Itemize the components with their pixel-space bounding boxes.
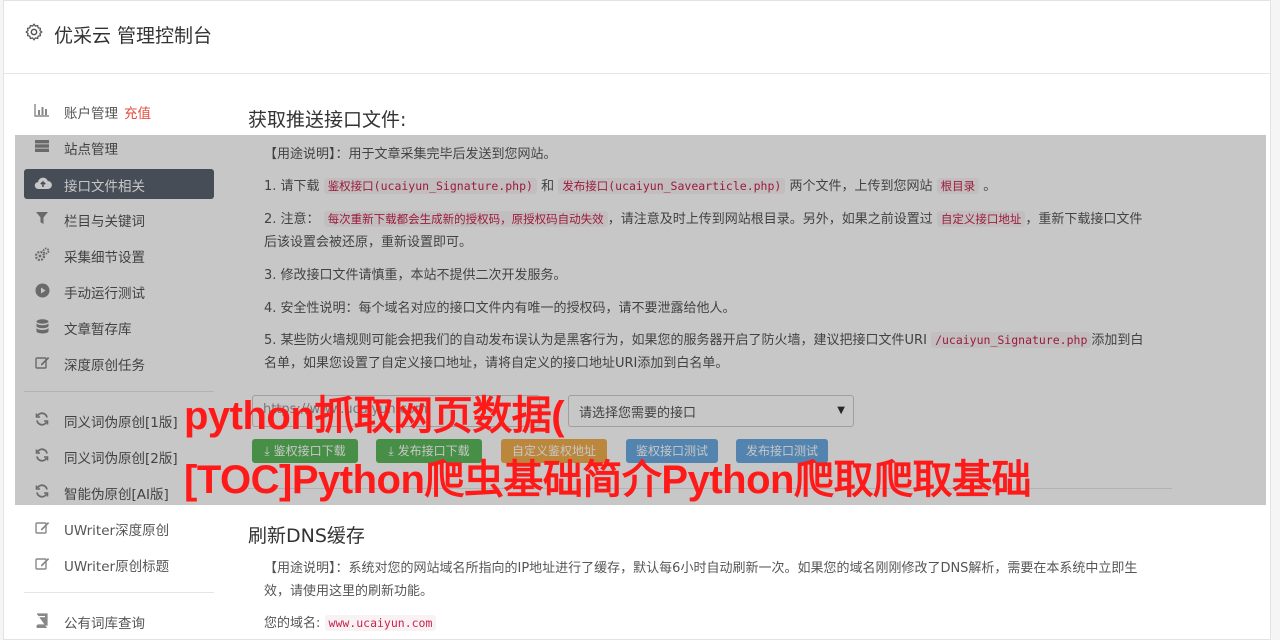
- overlay-headline-line2: [TOC]Python爬虫基础简介Python爬取爬取基础: [184, 458, 1031, 502]
- sidebar-item-label: 接口文件相关: [64, 179, 145, 195]
- sidebar-item-collect-settings[interactable]: 采集细节设置: [24, 240, 214, 270]
- page-title: 优采云 管理控制台: [54, 25, 213, 47]
- console-frame: 优采云 管理控制台 账户管理 充值 站点管理 接口文件相关 栏目与关键词 采集细…: [3, 0, 1271, 640]
- usage-text: 【用途说明】：用于文章采集完毕后发送到您网站。: [264, 147, 557, 162]
- server-icon: [34, 139, 50, 155]
- domain-row: 您的域名: www.ucaiyun.com: [264, 612, 1154, 635]
- sidebar-item-label: 深度原创任务: [64, 358, 145, 374]
- overlay-headline-line1: python抓取网页数据(: [184, 394, 565, 438]
- sidebar-item-columns-keywords[interactable]: 栏目与关键词: [24, 204, 214, 234]
- sidebar-item-label: 栏目与关键词: [64, 214, 145, 230]
- interface-select[interactable]: 请选择您需要的接口 ▼: [568, 395, 854, 427]
- filter-icon: [34, 211, 50, 227]
- instruction-4: 4. 安全性说明：每个域名对应的接口文件内有唯一的授权码，请不要泄露给他人。: [264, 301, 736, 316]
- dns-usage-text: 【用途说明】：系统对您的网站域名所指向的IP地址进行了缓存，默认每6小时自动刷新…: [264, 561, 1138, 599]
- sidebar-item-public-lexicon[interactable]: 公有词库查询: [24, 606, 214, 636]
- sidebar-item-uwriter-deep[interactable]: UWriter深度原创: [24, 513, 214, 543]
- recharge-link[interactable]: 充值: [124, 106, 151, 122]
- instruction-2: 2. 注意： 每次重新下载都会生成新的授权码，原授权码自动失效 ，请注意及时上传到…: [264, 211, 1143, 250]
- sidebar-divider: [24, 592, 214, 593]
- sidebar-item-deep-original[interactable]: 深度原创任务: [24, 348, 214, 378]
- play-circle-icon: [34, 283, 50, 299]
- sidebar-item-label: UWriter深度原创: [64, 523, 170, 539]
- cogs-icon: [34, 247, 50, 263]
- instruction-1: 1. 请下载 鉴权接口(ucaiyun_Signature.php) 和 发布接…: [264, 178, 997, 194]
- select-value: 请选择您需要的接口: [579, 406, 697, 421]
- sidebar-item-label: 公有词库查询: [64, 616, 145, 632]
- chevron-down-icon: ▼: [837, 405, 845, 416]
- sidebar-item-label: 同义词伪原创[2版]: [64, 451, 178, 467]
- sidebar-item-sites[interactable]: 站点管理: [24, 132, 214, 162]
- sidebar-item-uwriter-title[interactable]: UWriter原创标题: [24, 549, 214, 579]
- instruction-5: 5. 某些防火墙规则可能会把我们的自动发布误认为是黑客行为，如果您的服务器开启了…: [264, 332, 1144, 371]
- section-title-interface: 获取推送接口文件:: [248, 109, 407, 131]
- domain-value: www.ucaiyun.com: [324, 615, 437, 631]
- sidebar-item-label: UWriter原创标题: [64, 559, 170, 575]
- book-icon: [34, 613, 50, 629]
- header: 优采云 管理控制台: [4, 1, 1270, 74]
- sidebar-item-label: 采集细节设置: [64, 250, 145, 266]
- instruction-3: 3. 修改接口文件请慎重，本站不提供二次开发服务。: [264, 268, 567, 283]
- refresh-icon: [34, 448, 50, 464]
- sidebar-item-label: 站点管理: [64, 142, 118, 158]
- sidebar-item-label: 智能伪原创[AI版]: [64, 487, 169, 503]
- sidebar-item-label: 账户管理: [64, 106, 118, 122]
- edit-icon: [34, 355, 50, 371]
- domain-label: 您的域名:: [264, 616, 321, 631]
- database-icon: [34, 319, 50, 335]
- cloud-upload-icon: [34, 176, 52, 192]
- refresh-icon: [34, 412, 50, 428]
- bar-chart-icon: [34, 103, 50, 119]
- sidebar-item-article-storage[interactable]: 文章暂存库: [24, 312, 214, 342]
- sidebar-item-label: 手动运行测试: [64, 286, 145, 302]
- gear-icon: [25, 23, 43, 41]
- sidebar-item-label: 文章暂存库: [64, 322, 132, 338]
- sidebar-item-account[interactable]: 账户管理 充值: [24, 96, 214, 126]
- refresh-icon: [34, 484, 50, 500]
- sidebar-item-manual-run[interactable]: 手动运行测试: [24, 276, 214, 306]
- section-title-dns: 刷新DNS缓存: [248, 525, 365, 547]
- edit-icon: [34, 556, 50, 572]
- sidebar-item-interface-files[interactable]: 接口文件相关: [24, 169, 214, 199]
- edit-icon: [34, 520, 50, 536]
- sidebar-item-label: 同义词伪原创[1版]: [64, 415, 178, 431]
